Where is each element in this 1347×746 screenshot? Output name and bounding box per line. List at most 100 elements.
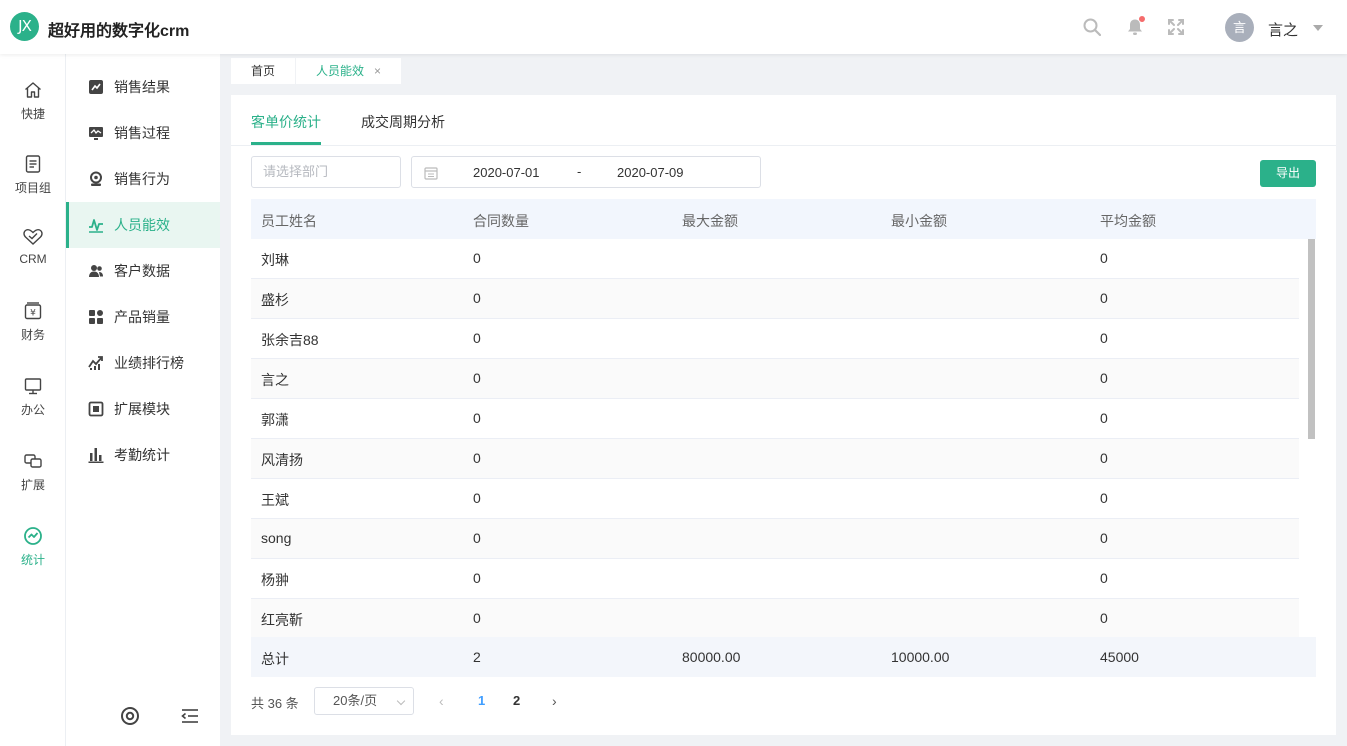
rail-item-project[interactable]: 项目组 bbox=[0, 154, 66, 220]
tab-deal-cycle[interactable]: 成交周期分析 bbox=[361, 112, 445, 132]
home-icon bbox=[25, 82, 41, 98]
avg-amount: 0 bbox=[1100, 570, 1108, 586]
table-row[interactable]: 风清扬 0 0 bbox=[251, 439, 1299, 479]
subnav-item-products[interactable]: 产品销量 bbox=[66, 294, 220, 340]
rail-item-quick[interactable]: 快捷 bbox=[0, 80, 66, 146]
table-header: 员工姓名 合同数量 最大金额 最小金额 平均金额 bbox=[251, 199, 1316, 239]
table-row[interactable]: 张余吉88 0 0 bbox=[251, 319, 1299, 359]
top-header: JX 超好用的数字化crm 言 言之 bbox=[0, 0, 1347, 54]
app-title: 超好用的数字化crm bbox=[48, 23, 190, 40]
employee-name: 杨翀 bbox=[261, 572, 289, 588]
rail-item-label: 项目组 bbox=[14, 181, 51, 195]
employee-name: 红亮靳 bbox=[261, 612, 303, 628]
table-scrollbar[interactable] bbox=[1307, 239, 1316, 637]
collapse-menu-icon[interactable] bbox=[180, 706, 200, 726]
contract-count: 0 bbox=[473, 330, 481, 346]
user-avatar[interactable]: 言 bbox=[1225, 13, 1254, 42]
contract-count: 0 bbox=[473, 410, 481, 426]
avg-amount: 0 bbox=[1100, 330, 1108, 346]
settings-icon[interactable] bbox=[120, 706, 140, 726]
rail-item-crm[interactable]: CRM bbox=[0, 227, 66, 293]
subnav-item-label: 业绩排行榜 bbox=[114, 355, 184, 371]
table-row[interactable]: 王斌 0 0 bbox=[251, 479, 1299, 519]
contract-count: 0 bbox=[473, 450, 481, 466]
table-row[interactable]: 盛杉 0 0 bbox=[251, 279, 1299, 319]
total-contracts: 2 bbox=[473, 649, 481, 665]
rail-item-finance[interactable]: ¥ 财务 bbox=[0, 301, 66, 367]
column-header: 合同数量 bbox=[473, 213, 529, 229]
prev-page-button[interactable]: ‹ bbox=[439, 693, 444, 709]
sales-result-icon bbox=[89, 80, 103, 94]
next-page-button[interactable]: › bbox=[552, 693, 557, 709]
department-select[interactable]: 请选择部门 bbox=[251, 156, 401, 188]
subnav-item-customers[interactable]: 客户数据 bbox=[66, 248, 220, 294]
page-number[interactable]: 2 bbox=[513, 693, 520, 708]
fullscreen-icon[interactable] bbox=[1167, 18, 1185, 36]
subnav-item-sales-behavior[interactable]: 销售行为 bbox=[66, 156, 220, 202]
table-row[interactable]: song 0 0 bbox=[251, 519, 1299, 559]
rail-item-label: 统计 bbox=[20, 553, 45, 567]
avg-amount: 0 bbox=[1100, 450, 1108, 466]
subnav-item-ranking[interactable]: 业绩排行榜 bbox=[66, 340, 220, 386]
table-row[interactable]: 刘琳 0 0 bbox=[251, 239, 1299, 279]
customers-icon bbox=[89, 265, 103, 277]
column-header: 最小金额 bbox=[891, 213, 947, 229]
tab-unit-price[interactable]: 客单价统计 bbox=[251, 112, 321, 132]
app-logo[interactable]: JX bbox=[10, 12, 39, 41]
subnav-item-label: 产品销量 bbox=[114, 309, 170, 325]
subnav-item-attendance[interactable]: 考勤统计 bbox=[66, 432, 220, 478]
table-row[interactable]: 杨翀 0 0 bbox=[251, 559, 1299, 599]
export-button[interactable]: 导出 bbox=[1260, 160, 1316, 187]
sales-behavior-icon bbox=[90, 171, 102, 186]
scrollbar-thumb[interactable] bbox=[1308, 239, 1315, 439]
stats-icon bbox=[24, 527, 42, 545]
rail-item-label: 快捷 bbox=[20, 107, 45, 121]
page-size-select[interactable]: 20条/页 bbox=[314, 687, 414, 715]
rail-item-office[interactable]: 办公 bbox=[0, 376, 66, 442]
contract-count: 0 bbox=[473, 530, 481, 546]
sales-process-icon bbox=[89, 127, 103, 140]
monitor-icon bbox=[24, 378, 42, 395]
employee-name: 言之 bbox=[261, 372, 289, 388]
subnav-item-label: 考勤统计 bbox=[114, 447, 170, 463]
total-max-amount: 80000.00 bbox=[682, 649, 741, 665]
page-number[interactable]: 1 bbox=[478, 693, 485, 708]
date-start[interactable]: 2020-07-01 bbox=[473, 165, 540, 180]
avg-amount: 0 bbox=[1100, 490, 1108, 506]
date-range-picker[interactable]: 2020-07-01 - 2020-07-09 bbox=[411, 156, 761, 188]
total-label: 总计 bbox=[261, 651, 289, 667]
avg-amount: 0 bbox=[1100, 610, 1108, 626]
search-icon[interactable] bbox=[1083, 18, 1101, 36]
subnav-item-sales-process[interactable]: 销售过程 bbox=[66, 110, 220, 156]
page-size-value: 20条/页 bbox=[333, 693, 378, 708]
employee-name: 王斌 bbox=[261, 492, 289, 508]
document-icon bbox=[25, 155, 41, 173]
bell-icon[interactable] bbox=[1126, 16, 1145, 36]
subnav-item-modules[interactable]: 扩展模块 bbox=[66, 386, 220, 432]
page-tab-home[interactable]: 首页 bbox=[231, 58, 296, 84]
user-name[interactable]: 言之 bbox=[1268, 19, 1298, 40]
chevron-down-icon[interactable] bbox=[1313, 25, 1323, 31]
table-row[interactable]: 红亮靳 0 0 bbox=[251, 599, 1299, 637]
subnav-item-performance[interactable]: 人员能效 bbox=[66, 202, 220, 248]
date-end[interactable]: 2020-07-09 bbox=[617, 165, 684, 180]
contract-count: 0 bbox=[473, 290, 481, 306]
avg-amount: 0 bbox=[1100, 530, 1108, 546]
column-header: 员工姓名 bbox=[261, 213, 317, 229]
employee-name: 刘琳 bbox=[261, 252, 289, 268]
table-row[interactable]: 言之 0 0 bbox=[251, 359, 1299, 399]
rail-item-label: CRM bbox=[19, 252, 47, 266]
page-tab-performance[interactable]: 人员能效 × bbox=[296, 58, 402, 84]
close-icon[interactable]: × bbox=[374, 64, 381, 78]
chevron-down-icon bbox=[396, 696, 406, 706]
table-row[interactable]: 郭潇 0 0 bbox=[251, 399, 1299, 439]
avg-amount: 0 bbox=[1100, 370, 1108, 386]
rail-item-stats[interactable]: 统计 bbox=[0, 526, 66, 592]
ranking-icon bbox=[88, 356, 103, 370]
employee-name: 风清扬 bbox=[261, 452, 303, 468]
module-rail: 快捷 项目组 CRM ¥ 财务 办公 扩展 统计 bbox=[0, 54, 66, 746]
subnav-item-sales-result[interactable]: 销售结果 bbox=[66, 64, 220, 110]
table-total-row: 总计 2 80000.00 10000.00 45000 bbox=[251, 637, 1316, 677]
rail-item-extend[interactable]: 扩展 bbox=[0, 451, 66, 517]
employee-name: 张余吉88 bbox=[261, 332, 319, 348]
